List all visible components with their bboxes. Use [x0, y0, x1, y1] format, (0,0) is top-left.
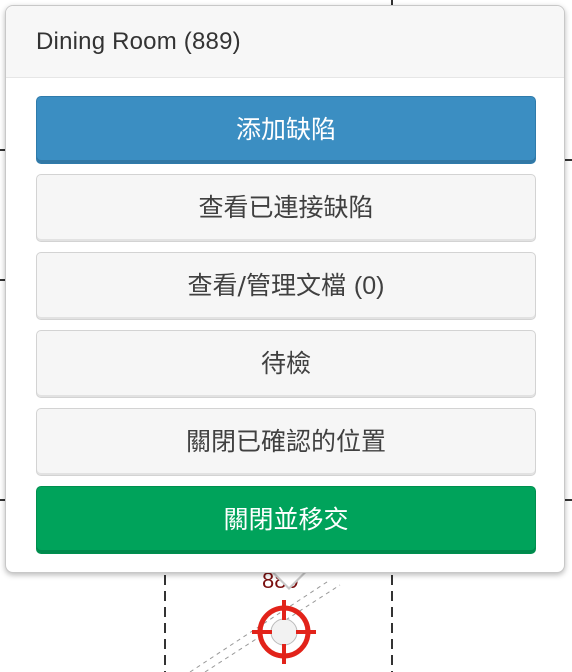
pending-inspection-button[interactable]: 待檢: [36, 330, 536, 398]
popover-header: Dining Room (889): [6, 6, 564, 78]
view-manage-documents-label: 查看/管理文檔: [187, 271, 346, 300]
view-linked-defects-label: 查看已連接缺陷: [198, 193, 374, 222]
documents-count: (0): [353, 272, 385, 300]
view-linked-defects-button[interactable]: 查看已連接缺陷: [36, 174, 536, 242]
add-defect-button[interactable]: 添加缺陷: [36, 96, 536, 164]
close-and-handover-button[interactable]: 關閉並移交: [36, 486, 536, 554]
pending-inspection-label: 待檢: [260, 349, 311, 378]
floor-plan-view: 889 Dining Room (889) 添加缺陷 查看已連接缺陷 查看/管理…: [0, 0, 572, 672]
close-confirmed-location-label: 關閉已確認的位置: [185, 427, 386, 456]
view-manage-documents-button[interactable]: 查看/管理文檔 (0): [36, 252, 536, 320]
close-and-handover-label: 關閉並移交: [223, 505, 349, 534]
location-popover: Dining Room (889) 添加缺陷 查看已連接缺陷 查看/管理文檔 (…: [5, 5, 565, 573]
popover-actions: 添加缺陷 查看已連接缺陷 查看/管理文檔 (0) 待檢 關閉已確認的位置 關閉並…: [36, 96, 536, 564]
popover-title: Dining Room (889): [36, 27, 241, 55]
crosshair-target-icon[interactable]: [252, 600, 316, 664]
add-defect-label: 添加缺陷: [235, 115, 336, 144]
close-confirmed-location-button[interactable]: 關閉已確認的位置: [36, 408, 536, 476]
popover-arrow: [271, 571, 307, 590]
